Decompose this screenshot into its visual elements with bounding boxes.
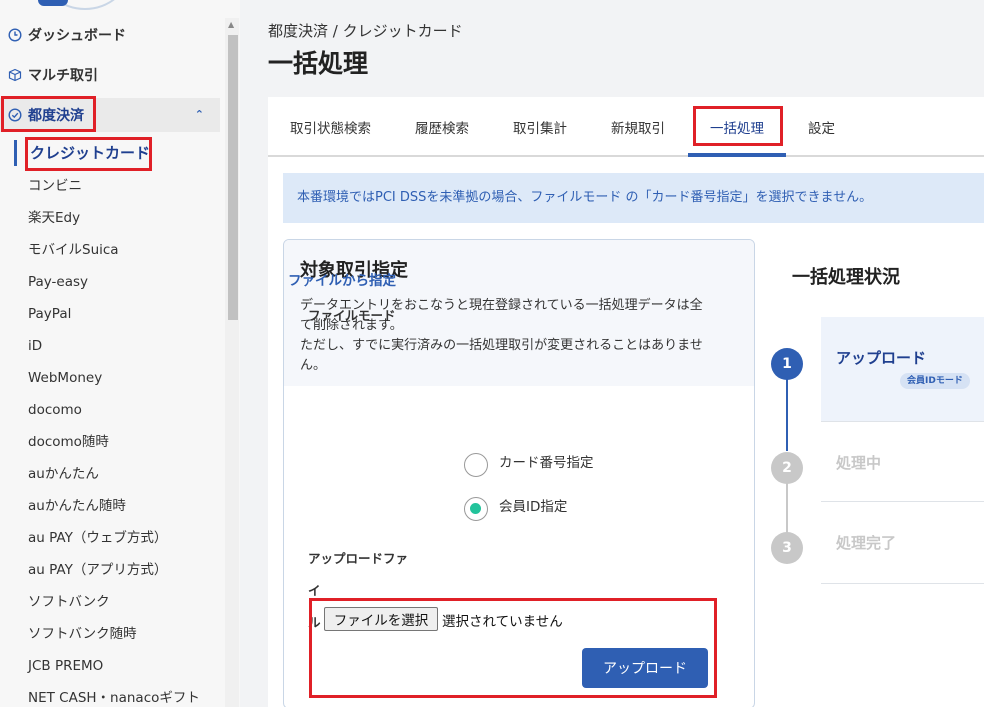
step-1-circle: 1 bbox=[771, 348, 803, 380]
choose-file-button[interactable]: ファイルを選択 bbox=[324, 607, 438, 631]
nav-dashboard-label: ダッシュボード bbox=[28, 28, 126, 44]
pci-alert: 本番環境ではPCI DSSを未準拠の場合、ファイルモード の「カード番号指定」を… bbox=[283, 173, 984, 223]
box-icon bbox=[8, 68, 22, 82]
nav-multi-transaction[interactable]: マルチ取引 bbox=[0, 58, 220, 92]
radio-card-number[interactable] bbox=[464, 453, 488, 477]
sub-convenience-store[interactable]: コンビニ bbox=[28, 175, 82, 197]
status-title: 一括処理状況 bbox=[792, 267, 900, 288]
check-circle-icon bbox=[8, 108, 22, 122]
nav-dashboard[interactable]: ダッシュボード bbox=[0, 18, 220, 52]
sub-mobile-suica[interactable]: モバイルSuica bbox=[28, 239, 119, 261]
desc-line-3: ただし、すでに実行済みの一括処理取引が変更されることはありませ bbox=[300, 338, 703, 353]
desc-line-4: ん。 bbox=[300, 358, 327, 373]
sub-docomo-recurring[interactable]: docomo随時 bbox=[28, 431, 109, 453]
step-3-label: 処理完了 bbox=[836, 534, 897, 552]
page-title: 一括処理 bbox=[268, 49, 369, 78]
step-connector-2 bbox=[786, 481, 788, 533]
step-2-label: 処理中 bbox=[836, 454, 882, 472]
sidebar: ダッシュボード マルチ取引 都度決済 ⌃ クレジットカード コンビニ 楽天Edy… bbox=[0, 0, 240, 707]
file-section-heading: ファイルから指定 bbox=[288, 273, 396, 289]
nav-per-payment[interactable]: 都度決済 ⌃ bbox=[0, 98, 220, 132]
active-indicator bbox=[14, 140, 17, 166]
file-mode-label: ファイルモード bbox=[308, 308, 396, 323]
nav-multi-label: マルチ取引 bbox=[28, 68, 98, 84]
scroll-up-icon[interactable]: ▲ bbox=[228, 20, 234, 29]
tab-bar: 取引状態検索 履歴検索 取引集計 新規取引 一括処理 設定 bbox=[268, 97, 984, 157]
tab-active-underline bbox=[688, 153, 786, 157]
sub-webmoney[interactable]: WebMoney bbox=[28, 367, 102, 389]
no-file-selected: 選択されていません bbox=[442, 614, 563, 630]
sub-au-pay-app[interactable]: au PAY（アプリ方式） bbox=[28, 559, 167, 581]
tab-aggregate[interactable]: 取引集計 bbox=[513, 117, 567, 137]
tab-history-search[interactable]: 履歴検索 bbox=[415, 117, 469, 137]
radio-card-number-label[interactable]: カード番号指定 bbox=[499, 451, 594, 471]
sub-jcb-premo[interactable]: JCB PREMO bbox=[28, 655, 103, 677]
sub-pay-easy[interactable]: Pay-easy bbox=[28, 271, 88, 293]
sidebar-scroll-thumb[interactable] bbox=[228, 35, 238, 320]
tab-new-transaction[interactable]: 新規取引 bbox=[611, 117, 665, 137]
sub-au-easy[interactable]: auかんたん bbox=[28, 463, 99, 485]
logo-mark bbox=[38, 0, 68, 6]
breadcrumb: 都度決済 / クレジットカード bbox=[268, 22, 463, 40]
tab-batch-process[interactable]: 一括処理 bbox=[710, 117, 764, 137]
chevron-up-icon[interactable]: ⌃ bbox=[195, 108, 204, 121]
sub-softbank[interactable]: ソフトバンク bbox=[28, 591, 110, 613]
sub-net-cash-nanaco[interactable]: NET CASH・nanacoギフト bbox=[28, 687, 200, 707]
step-divider-1 bbox=[821, 421, 984, 422]
sub-docomo[interactable]: docomo bbox=[28, 399, 82, 421]
upload-file-label-1: アップロードファイ bbox=[308, 551, 409, 598]
tab-status-search[interactable]: 取引状態検索 bbox=[290, 117, 371, 137]
member-id-mode-badge: 会員IDモード bbox=[900, 373, 970, 389]
step-active-background bbox=[821, 317, 984, 421]
step-connector-1 bbox=[786, 379, 788, 451]
sub-id[interactable]: iD bbox=[28, 335, 42, 357]
radio-member-id-label[interactable]: 会員ID指定 bbox=[499, 495, 567, 515]
tab-settings[interactable]: 設定 bbox=[808, 117, 835, 137]
clock-icon bbox=[8, 28, 22, 42]
step-2-circle: 2 bbox=[771, 452, 803, 484]
main-card: 取引状態検索 履歴検索 取引集計 新規取引 一括処理 設定 本番環境ではPCI … bbox=[268, 97, 984, 707]
sub-paypal[interactable]: PayPal bbox=[28, 303, 71, 325]
step-3-circle: 3 bbox=[771, 532, 803, 564]
sub-credit-card[interactable]: クレジットカード bbox=[30, 142, 150, 164]
upload-button[interactable]: アップロード bbox=[582, 648, 708, 688]
nav-per-payment-label: 都度決済 bbox=[28, 108, 84, 124]
radio-member-id[interactable] bbox=[464, 497, 488, 521]
step-divider-2 bbox=[821, 501, 984, 502]
step-divider-3 bbox=[821, 583, 984, 584]
sub-au-easy-recurring[interactable]: auかんたん随時 bbox=[28, 495, 126, 517]
sub-au-pay-web[interactable]: au PAY（ウェブ方式） bbox=[28, 527, 167, 549]
sub-softbank-recurring[interactable]: ソフトバンク随時 bbox=[28, 623, 137, 645]
sub-rakuten-edy[interactable]: 楽天Edy bbox=[28, 207, 80, 229]
step-1-label: アップロード bbox=[836, 349, 927, 367]
